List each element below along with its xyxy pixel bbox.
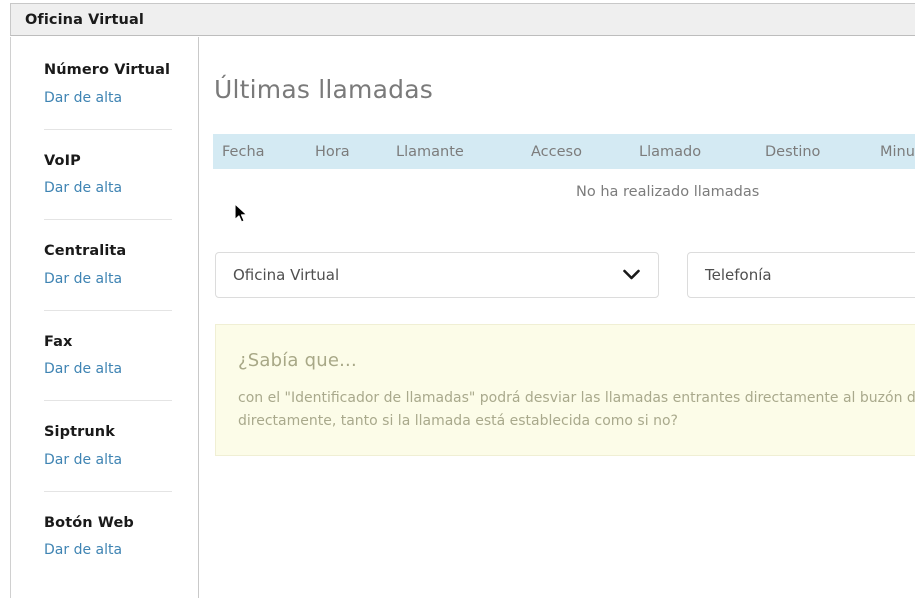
table-column-header-llamante: Llamante [396, 144, 531, 160]
did-you-know-text: con el "Identificador de llamadas" podrá… [238, 387, 915, 433]
sidebar-item-link-dar-de-alta[interactable]: Dar de alta [44, 272, 198, 286]
page-body: Número Virtual Dar de alta VoIP Dar de a… [0, 37, 915, 598]
filters-row: Oficina Virtual Telefonía [215, 252, 915, 298]
sidebar-item-link-dar-de-alta[interactable]: Dar de alta [44, 543, 198, 557]
sidebar-item-boton-web[interactable]: Botón Web Dar de alta [11, 516, 198, 558]
table-column-header-llamado: Llamado [639, 144, 765, 160]
sidebar-item-title: Fax [44, 335, 198, 350]
sidebar-item-title: Botón Web [44, 516, 198, 531]
service-select-value: Oficina Virtual [216, 266, 339, 284]
sidebar-divider [44, 491, 172, 492]
sidebar-item-title: Número Virtual [44, 63, 198, 78]
sidebar: Número Virtual Dar de alta VoIP Dar de a… [10, 37, 199, 598]
sidebar-divider [44, 129, 172, 130]
did-you-know-box: ¿Sabía que... con el "Identificador de l… [215, 324, 915, 456]
sidebar-item-link-dar-de-alta[interactable]: Dar de alta [44, 181, 198, 195]
service-select[interactable]: Oficina Virtual [215, 252, 659, 298]
table-column-header-acceso: Acceso [531, 144, 639, 160]
sidebar-divider [44, 310, 172, 311]
did-you-know-title: ¿Sabía que... [238, 350, 915, 371]
sidebar-item-link-dar-de-alta[interactable]: Dar de alta [44, 453, 198, 467]
category-select-value: Telefonía [688, 266, 772, 284]
sidebar-item-fax[interactable]: Fax Dar de alta [11, 335, 198, 377]
sidebar-item-numero-virtual[interactable]: Número Virtual Dar de alta [11, 63, 198, 105]
table-header-row: Fecha Hora Llamante Acceso Llamado Desti… [213, 134, 915, 169]
page-title: Últimas llamadas [214, 75, 433, 104]
sidebar-item-voip[interactable]: VoIP Dar de alta [11, 154, 198, 196]
chevron-down-icon [623, 270, 640, 281]
category-select[interactable]: Telefonía [687, 252, 915, 298]
sidebar-divider [44, 219, 172, 220]
main-content: Últimas llamadas Fecha Hora Llamante Acc… [200, 37, 915, 598]
table-column-header-fecha: Fecha [213, 144, 315, 160]
window-title: Oficina Virtual [11, 12, 144, 28]
table-column-header-destino: Destino [765, 144, 880, 160]
window-titlebar: Oficina Virtual [10, 3, 915, 36]
sidebar-item-title: VoIP [44, 154, 198, 169]
table-empty-state: No ha realizado llamadas [213, 169, 915, 215]
sidebar-item-link-dar-de-alta[interactable]: Dar de alta [44, 362, 198, 376]
sidebar-item-centralita[interactable]: Centralita Dar de alta [11, 244, 198, 286]
sidebar-item-title: Siptrunk [44, 425, 198, 440]
calls-table: Fecha Hora Llamante Acceso Llamado Desti… [213, 134, 915, 215]
table-empty-message: No ha realizado llamadas [576, 184, 759, 200]
sidebar-item-link-dar-de-alta[interactable]: Dar de alta [44, 91, 198, 105]
table-column-header-hora: Hora [315, 144, 396, 160]
sidebar-item-title: Centralita [44, 244, 198, 259]
table-column-header-minutos: Minutos [880, 144, 915, 160]
sidebar-divider [44, 400, 172, 401]
sidebar-item-siptrunk[interactable]: Siptrunk Dar de alta [11, 425, 198, 467]
